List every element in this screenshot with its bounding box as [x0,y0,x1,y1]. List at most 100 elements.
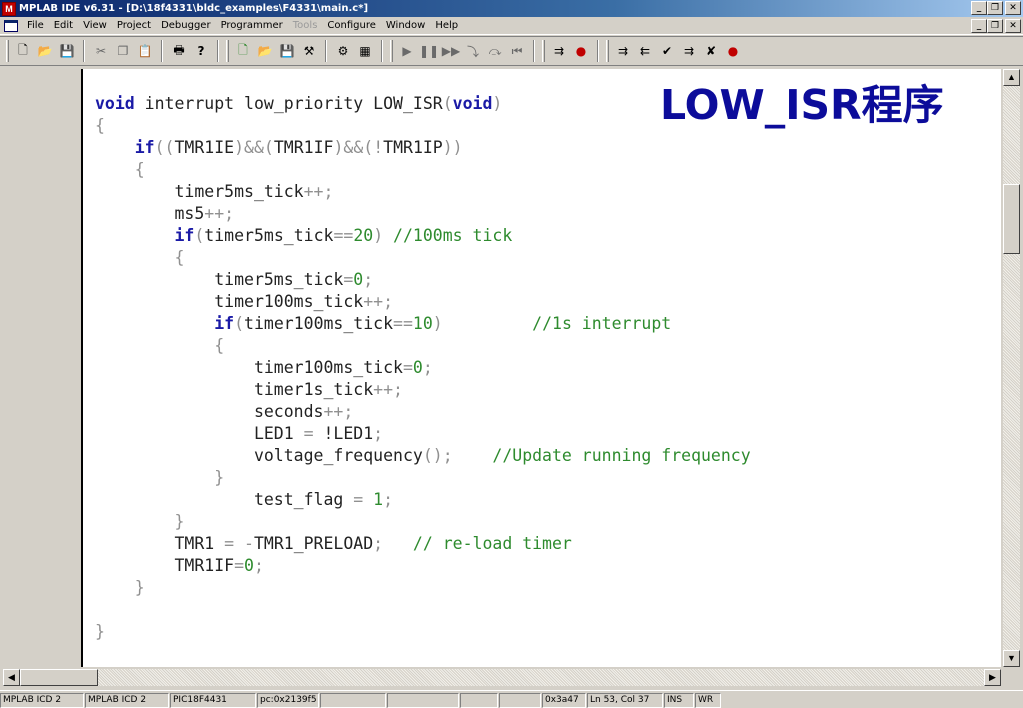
scroll-right-icon[interactable]: ▶ [984,669,1001,686]
code-line[interactable]: TMR1IF=0; [95,555,263,577]
icd-verify-icon[interactable]: ✔ [657,41,677,61]
cut-icon[interactable]: ✂ [91,41,111,61]
code-line[interactable]: seconds++; [95,401,353,423]
copy-icon[interactable]: ❐ [113,41,133,61]
icd-upload-icon[interactable]: ⇇ [635,41,655,61]
window-title: MPLAB IDE v6.31 - [D:\18f4331\bldc_examp… [19,3,369,14]
code-line[interactable]: voltage_frequency(); //Update running fr… [95,445,751,467]
menu-file[interactable]: File [22,20,49,31]
step-over-icon[interactable]: ⤼ [485,41,505,61]
scroll-up-icon[interactable]: ▲ [1003,69,1020,86]
code-token: void [95,94,135,113]
halt-icon[interactable]: ❚❚ [419,41,439,61]
code-token: { [174,248,185,267]
menu-edit[interactable]: Edit [49,20,78,31]
code-line[interactable]: if((TMR1IE)&&(TMR1IF)&&(!TMR1IP)) [95,137,463,159]
doc-minimize-button[interactable]: _ [971,19,987,33]
new-file-icon[interactable]: 🗋 [13,41,33,61]
new-project-icon[interactable]: 🗋 [233,41,253,61]
code-line[interactable]: void interrupt low_priority LOW_ISR(void… [95,93,502,115]
minimize-button[interactable]: _ [971,1,987,15]
doc-restore-button[interactable]: ❐ [987,19,1003,33]
toolbar-separator [161,40,163,62]
menu-tools[interactable]: Tools [288,20,323,31]
code-line[interactable]: { [95,335,224,357]
code-token: = [224,534,235,553]
menu-help[interactable]: Help [430,20,463,31]
run-icon[interactable]: ▶ [397,41,417,61]
code-line[interactable]: { [95,247,184,269]
document-window-icon[interactable] [4,19,18,32]
code-token: ++; [323,402,354,421]
toolbar-grip[interactable] [226,40,229,62]
read-icon[interactable]: ● [571,41,591,61]
code-line[interactable]: } [95,467,224,489]
code-line[interactable]: if(timer100ms_tick==10) //1s interrupt [95,313,671,335]
code-line[interactable]: } [95,621,105,643]
code-line[interactable]: { [95,159,145,181]
find-icon[interactable]: ⚙ [333,41,353,61]
vertical-scroll-thumb[interactable] [1003,184,1020,254]
doc-close-button[interactable]: ✕ [1005,19,1021,33]
print-icon[interactable]: 🖶 [169,41,189,61]
horizontal-scroll-thumb[interactable] [20,669,98,686]
code-line[interactable]: timer1s_tick++; [95,379,403,401]
code-line[interactable]: timer5ms_tick=0; [95,269,373,291]
toolbar-grip[interactable] [390,40,393,62]
scroll-left-icon[interactable]: ◀ [3,669,20,686]
step-into-icon[interactable]: ⤵ [463,41,483,61]
build-icon[interactable]: ⚒ [299,41,319,61]
scroll-down-icon[interactable]: ▼ [1003,650,1020,667]
code-token: TMR1IP [383,138,443,157]
code-line[interactable]: LED1 = !LED1; [95,423,383,445]
line-number-gutter[interactable] [3,69,83,667]
code-token: TMR1IF [95,556,235,575]
vertical-scrollbar[interactable]: ▲ ▼ [1003,69,1020,667]
save-project-icon[interactable]: 💾 [277,41,297,61]
code-line[interactable]: { [95,115,105,137]
build-all-icon[interactable]: ▦ [355,41,375,61]
code-line[interactable]: } [95,577,145,599]
restore-button[interactable]: ❐ [987,1,1003,15]
code-token: 0 [412,358,423,377]
toolbar-separator [217,40,219,62]
code-line[interactable]: test_flag = 1; [95,489,393,511]
toolbar-grip[interactable] [542,40,545,62]
paste-icon[interactable]: 📋 [135,41,155,61]
icd-download-icon[interactable]: ⇉ [613,41,633,61]
code-line[interactable]: ms5++; [95,203,234,225]
toolbar-grip[interactable] [606,40,609,62]
help-icon[interactable]: ? [191,41,211,61]
icd-connect-icon[interactable]: ● [723,41,743,61]
save-icon[interactable]: 💾 [57,41,77,61]
code-line[interactable]: timer5ms_tick++; [95,181,333,203]
code-line[interactable]: } [95,511,184,533]
code-line[interactable]: if(timer5ms_tick==20) //100ms tick [95,225,512,247]
open-icon[interactable]: 📂 [35,41,55,61]
code-line[interactable]: timer100ms_tick++; [95,291,393,313]
menu-project[interactable]: Project [112,20,156,31]
icd-erase-icon[interactable]: ⇉ [679,41,699,61]
code-editor[interactable]: void interrupt low_priority LOW_ISR(void… [83,69,1001,667]
close-button[interactable]: ✕ [1005,1,1021,15]
code-line[interactable]: TMR1 = -TMR1_PRELOAD; // re-load timer [95,533,571,555]
mplab-icon[interactable]: M [2,1,16,16]
menu-window[interactable]: Window [381,20,430,31]
menu-configure[interactable]: Configure [322,20,380,31]
open-project-icon[interactable]: 📂 [255,41,275,61]
code-token: )&&(! [333,138,384,157]
status-debugger: MPLAB ICD 2 [0,693,84,708]
code-line[interactable]: timer100ms_tick=0; [95,357,433,379]
menu-debugger[interactable]: Debugger [156,20,216,31]
program-icon[interactable]: ⇉ [549,41,569,61]
reset-icon[interactable]: ⏮ [507,41,527,61]
icd-blank-icon[interactable]: ✘ [701,41,721,61]
menu-view[interactable]: View [78,20,112,31]
code-token: ) [432,314,443,333]
toolbar-grip[interactable] [6,40,9,62]
animate-icon[interactable]: ▶▶ [441,41,461,61]
menu-programmer[interactable]: Programmer [216,20,288,31]
horizontal-scrollbar[interactable]: ◀ ▶ [3,669,1001,686]
